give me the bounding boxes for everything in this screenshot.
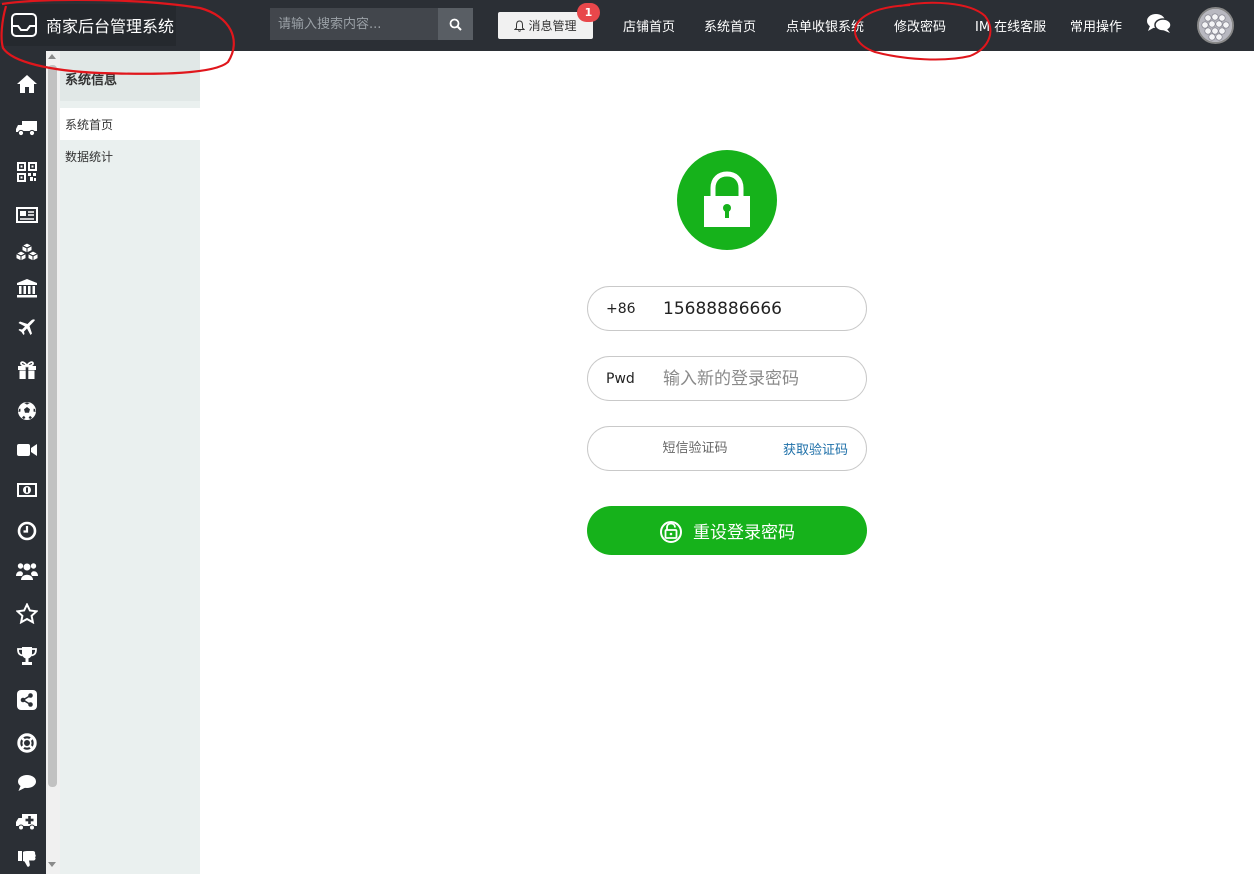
thumbs-down-icon[interactable] — [16, 848, 38, 870]
inbox-icon — [10, 12, 38, 38]
nav-change-password[interactable]: 修改密码 — [894, 0, 946, 51]
brand-title: 商家后台管理系统 — [46, 17, 175, 36]
phone-field: +86 — [587, 286, 867, 331]
scroll-down-arrow-icon[interactable] — [48, 862, 56, 867]
truck-icon[interactable] — [16, 117, 38, 139]
search-button[interactable] — [438, 8, 473, 40]
nav-shop-home[interactable]: 店铺首页 — [623, 0, 675, 51]
home-icon[interactable] — [16, 73, 38, 95]
submenu-panel: 系统信息 系统首页 数据统计 — [60, 51, 200, 874]
reset-password-label: 重设登录密码 — [693, 523, 795, 543]
life-ring-icon[interactable] — [16, 732, 38, 754]
newspaper-icon[interactable] — [16, 204, 38, 226]
sms-code-input[interactable] — [610, 433, 780, 464]
password-field: Pwd — [587, 356, 867, 401]
reset-password-button[interactable]: 重设登录密码 — [587, 506, 867, 555]
nav-common-actions[interactable]: 常用操作 — [1070, 0, 1122, 51]
bell-icon — [514, 19, 526, 32]
message-badge: 1 — [577, 3, 600, 22]
search-icon — [449, 18, 462, 31]
bank-icon[interactable] — [16, 277, 38, 299]
scrollbar-thumb[interactable] — [48, 65, 57, 787]
search-box — [270, 8, 473, 40]
app-root: 商家后台管理系统 消息管理 1 店铺首页 系统首页 点单收银系统 修改密码 IM… — [0, 0, 1254, 874]
unlock-icon — [660, 520, 682, 543]
nav-system-home[interactable]: 系统首页 — [704, 0, 756, 51]
users-icon[interactable] — [16, 560, 38, 582]
comment-icon[interactable] — [16, 772, 38, 794]
money-icon[interactable] — [16, 479, 38, 501]
search-input[interactable] — [270, 8, 438, 40]
brand[interactable]: 商家后台管理系统 — [0, 4, 176, 46]
submenu-title: 系统信息 — [60, 51, 200, 101]
icon-sidebar — [0, 51, 46, 874]
phone-input[interactable] — [663, 293, 843, 324]
top-bar: 商家后台管理系统 消息管理 1 店铺首页 系统首页 点单收银系统 修改密码 IM… — [0, 0, 1254, 51]
sms-code-field: 获取验证码 — [587, 426, 867, 471]
comments-icon[interactable] — [1146, 13, 1172, 39]
cubes-icon[interactable] — [16, 241, 38, 263]
nav-pos-system[interactable]: 点单收银系统 — [786, 0, 864, 51]
clock-icon[interactable] — [16, 520, 38, 542]
avatar[interactable] — [1197, 7, 1234, 44]
trophy-icon[interactable] — [16, 645, 38, 667]
qrcode-icon[interactable] — [16, 161, 38, 183]
new-password-input[interactable] — [663, 363, 843, 394]
video-camera-icon[interactable] — [16, 439, 38, 461]
password-prefix-label: Pwd — [606, 370, 635, 387]
message-button-label: 消息管理 — [528, 19, 577, 33]
submenu-item-data-stats[interactable]: 数据统计 — [60, 140, 200, 172]
country-code-label: +86 — [606, 300, 636, 317]
scroll-up-arrow-icon[interactable] — [48, 54, 56, 59]
gift-icon[interactable] — [16, 359, 38, 381]
share-icon[interactable] — [16, 689, 38, 711]
ambulance-icon[interactable] — [16, 811, 38, 833]
plane-icon[interactable] — [16, 317, 38, 339]
submenu-item-system-home[interactable]: 系统首页 — [60, 108, 200, 140]
soccer-ball-icon[interactable] — [16, 400, 38, 422]
nav-im-support[interactable]: IM 在线客服 — [975, 0, 1046, 51]
star-icon[interactable] — [16, 602, 38, 624]
lock-icon — [677, 150, 777, 250]
get-sms-code-link[interactable]: 获取验证码 — [783, 427, 848, 470]
